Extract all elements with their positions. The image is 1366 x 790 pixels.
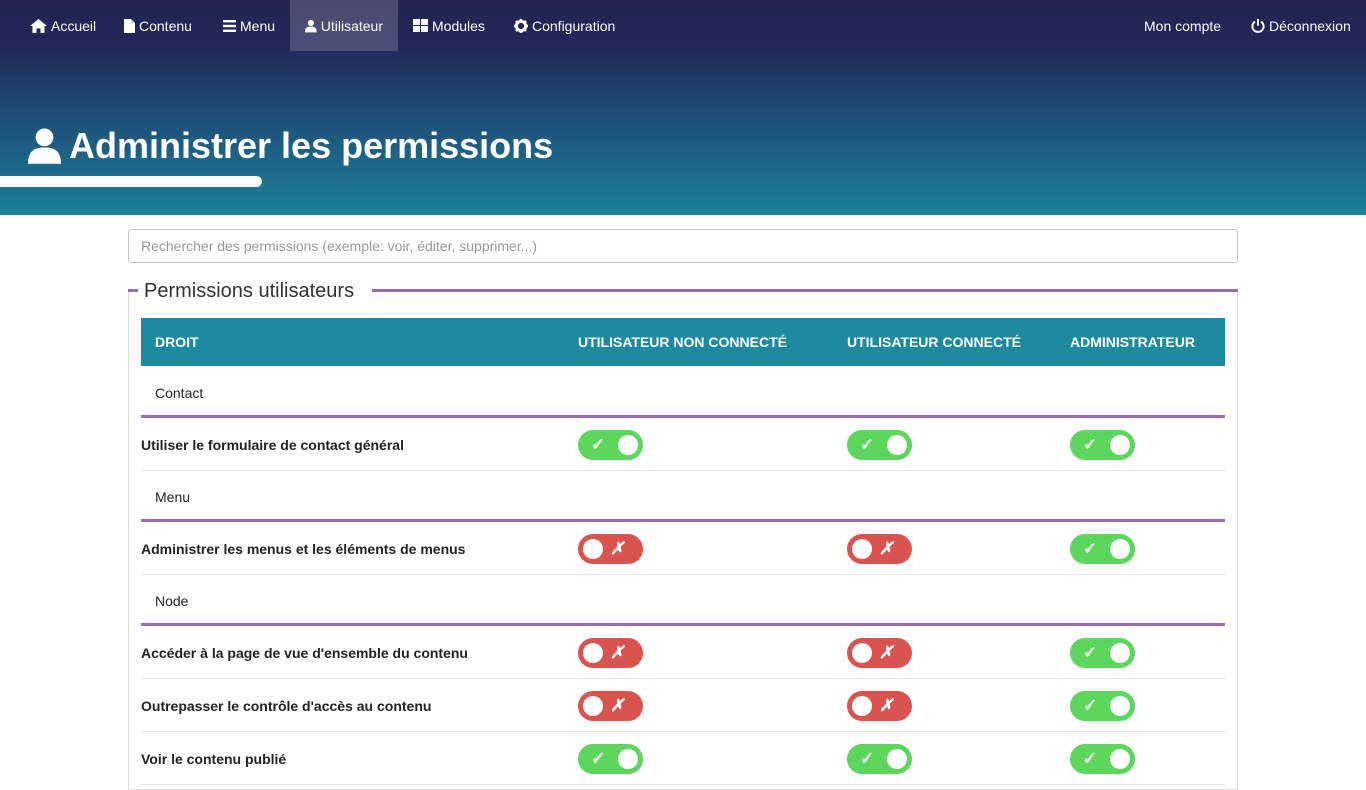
- permission-row: Accéder à la page de vue d'ensemble du c…: [141, 626, 1225, 679]
- toggle-knob: [1110, 643, 1130, 663]
- title-underline: [0, 176, 262, 187]
- file-icon: [124, 18, 135, 33]
- permission-group-row: Contact: [141, 367, 1225, 418]
- cross-icon: ✗: [879, 539, 894, 558]
- check-icon: ✓: [591, 749, 606, 768]
- toggle-knob: [852, 696, 872, 716]
- permission-row: Administrer les menus et les éléments de…: [141, 522, 1225, 575]
- permission-label: Utiliser le formulaire de contact généra…: [141, 436, 404, 453]
- permission-toggle-authenticated[interactable]: ✗: [847, 638, 912, 668]
- permission-toggle-administrator[interactable]: ✓: [1070, 744, 1135, 774]
- permission-label: Administrer les menus et les éléments de…: [141, 540, 466, 557]
- permission-group-label: Menu: [155, 488, 191, 505]
- permission-toggle-anonymous[interactable]: ✗: [578, 534, 643, 564]
- fieldset-border: [372, 289, 1238, 292]
- column-header-administrator: ADMINISTRATEUR: [1070, 334, 1195, 350]
- nav-item-modules[interactable]: Modules: [398, 0, 500, 51]
- permission-toggle-anonymous[interactable]: ✗: [578, 691, 643, 721]
- permission-label: Accéder à la page de vue d'ensemble du c…: [141, 644, 468, 661]
- toggle-knob: [887, 435, 907, 455]
- nav-label: Contenu: [139, 17, 192, 34]
- nav-label: Menu: [240, 17, 276, 34]
- grid-icon: [413, 19, 428, 32]
- nav-label: Accueil: [51, 17, 97, 34]
- bars-icon: [223, 19, 236, 32]
- toggle-knob: [583, 643, 603, 663]
- permission-toggle-authenticated[interactable]: ✗: [847, 534, 912, 564]
- check-icon: ✓: [860, 749, 875, 768]
- check-icon: ✓: [591, 435, 606, 454]
- permission-toggle-authenticated[interactable]: ✗: [847, 691, 912, 721]
- toggle-knob: [852, 539, 872, 559]
- user-icon: [305, 19, 317, 32]
- permission-group-row: Menu: [141, 471, 1225, 522]
- toggle-knob: [583, 539, 603, 559]
- permission-row: Utiliser le formulaire de contact généra…: [141, 418, 1225, 471]
- power-icon: [1251, 18, 1265, 33]
- permission-group-label: Contact: [155, 384, 204, 401]
- cross-icon: ✗: [610, 643, 625, 662]
- permission-toggle-administrator[interactable]: ✓: [1070, 691, 1135, 721]
- nav-item-configuration[interactable]: Configuration: [499, 0, 630, 51]
- permission-group-label: Node: [155, 592, 189, 609]
- toggle-knob: [1110, 749, 1130, 769]
- toggle-knob: [887, 749, 907, 769]
- toggle-knob: [618, 749, 638, 769]
- permission-row: Voir le contenu publié ✓ ✓ ✓: [141, 732, 1225, 785]
- permission-toggle-authenticated[interactable]: ✓: [847, 430, 912, 460]
- search-input[interactable]: [128, 229, 1238, 263]
- cross-icon: ✗: [879, 643, 894, 662]
- gear-icon: [514, 18, 528, 33]
- permission-toggle-administrator[interactable]: ✓: [1070, 430, 1135, 460]
- check-icon: ✓: [1083, 749, 1098, 768]
- top-navigation: Accueil Contenu Menu Utilisateur Modules…: [0, 0, 1366, 51]
- page-title: Administrer les permissions: [28, 124, 553, 168]
- toggle-knob: [1110, 696, 1130, 716]
- check-icon: ✓: [1083, 435, 1098, 454]
- toggle-knob: [1110, 435, 1130, 455]
- cross-icon: ✗: [610, 696, 625, 715]
- nav-item-accueil[interactable]: Accueil: [15, 0, 111, 51]
- permission-toggle-administrator[interactable]: ✓: [1070, 534, 1135, 564]
- page-title-text: Administrer les permissions: [69, 125, 554, 166]
- toggle-knob: [618, 435, 638, 455]
- nav-label: Déconnexion: [1269, 17, 1351, 34]
- permission-row: Outrepasser le contrôle d'accès au conte…: [141, 679, 1225, 732]
- nav-item-contenu[interactable]: Contenu: [109, 0, 207, 51]
- toggle-knob: [1110, 539, 1130, 559]
- permission-toggle-anonymous[interactable]: ✓: [578, 430, 643, 460]
- toggle-knob: [583, 696, 603, 716]
- user-icon: [28, 128, 61, 164]
- fieldset-legend: Permissions utilisateurs: [144, 280, 355, 302]
- cross-icon: ✗: [879, 696, 894, 715]
- column-header-anonymous: UTILISATEUR NON CONNECTÉ: [578, 334, 787, 350]
- nav-label: Modules: [432, 17, 485, 34]
- nav-label: Configuration: [532, 17, 616, 34]
- nav-item-deconnexion[interactable]: Déconnexion: [1236, 0, 1366, 51]
- fieldset-border: [128, 289, 138, 292]
- nav-label: Utilisateur: [320, 17, 383, 34]
- column-header-authenticated: UTILISATEUR CONNECTÉ: [847, 334, 1021, 350]
- permission-toggle-anonymous[interactable]: ✗: [578, 638, 643, 668]
- column-header-droit: DROIT: [155, 334, 199, 350]
- check-icon: ✓: [1083, 539, 1098, 558]
- nav-label: Mon compte: [1144, 17, 1222, 34]
- check-icon: ✓: [1083, 643, 1098, 662]
- cross-icon: ✗: [610, 539, 625, 558]
- nav-item-utilisateur[interactable]: Utilisateur: [290, 0, 398, 51]
- table-header: DROIT UTILISATEUR NON CONNECTÉ UTILISATE…: [141, 318, 1225, 366]
- permission-group-row: Node: [141, 575, 1225, 626]
- permission-toggle-authenticated[interactable]: ✓: [847, 744, 912, 774]
- toggle-knob: [852, 643, 872, 663]
- nav-item-mon-compte[interactable]: Mon compte: [1129, 0, 1236, 51]
- permission-label: Outrepasser le contrôle d'accès au conte…: [141, 697, 432, 714]
- page-header: Accueil Contenu Menu Utilisateur Modules…: [0, 0, 1366, 215]
- home-icon: [30, 18, 47, 33]
- check-icon: ✓: [860, 435, 875, 454]
- permission-toggle-anonymous[interactable]: ✓: [578, 744, 643, 774]
- permission-label: Voir le contenu publié: [141, 750, 287, 767]
- check-icon: ✓: [1083, 696, 1098, 715]
- nav-item-menu[interactable]: Menu: [208, 0, 290, 51]
- permission-toggle-administrator[interactable]: ✓: [1070, 638, 1135, 668]
